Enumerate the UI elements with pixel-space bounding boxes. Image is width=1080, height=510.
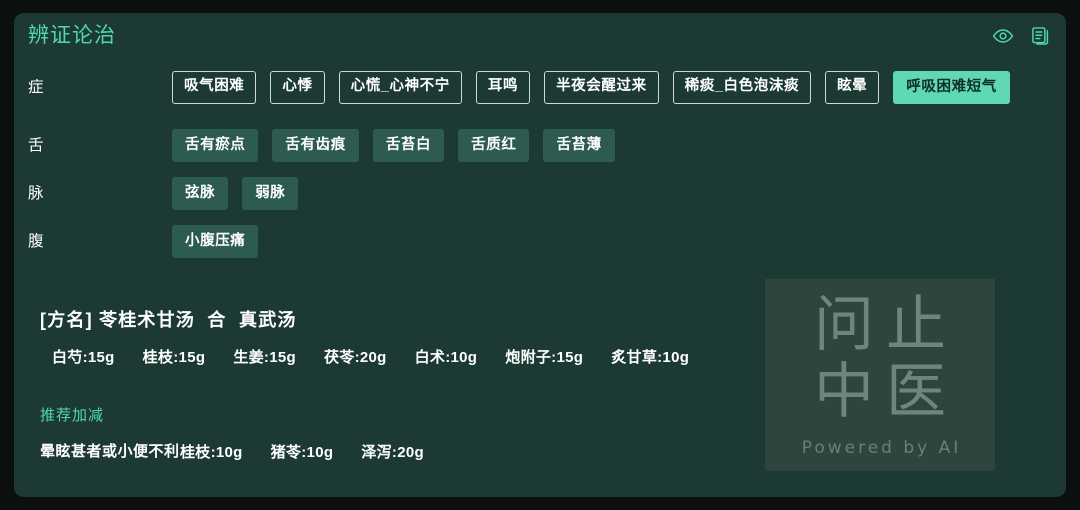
header-actions: [992, 25, 1052, 47]
document-copy-icon[interactable]: [1030, 25, 1052, 47]
row-abdomen: 腹 小腹压痛: [14, 223, 1066, 259]
symptom-tag-selected[interactable]: 呼吸困难短气: [893, 71, 1010, 104]
pulse-tag[interactable]: 弱脉: [242, 177, 299, 210]
tongue-tag[interactable]: 舌苔白: [372, 129, 445, 162]
watermark-subtitle: Powered by AI: [801, 438, 962, 459]
symptom-tag[interactable]: 吸气困难: [172, 71, 257, 104]
tongue-tag[interactable]: 舌有齿痕: [272, 129, 359, 162]
symptom-tag[interactable]: 稀痰_白色泡沫痰: [672, 71, 812, 104]
herb-item: 白术:10g: [414, 348, 478, 366]
herb-item: 白芍:15g: [52, 348, 115, 366]
tag-group-tongue: 舌有瘀点 舌有齿痕 舌苔白 舌质红 舌苔薄: [172, 127, 1066, 162]
eye-icon[interactable]: [992, 25, 1014, 47]
symptom-tag[interactable]: 心慌_心神不宁: [338, 71, 462, 104]
syndrome-differentiation-card: 问止 中医 Powered by AI 辨证论治 症 吸气困难 心悸 心慌_心神…: [14, 13, 1066, 497]
row-label-pulse: 脉: [28, 185, 45, 202]
recommendation-title: 推荐加减: [40, 407, 105, 424]
abdomen-tag[interactable]: 小腹压痛: [172, 225, 259, 258]
symptom-tag[interactable]: 眩晕: [825, 71, 880, 104]
recommendation-herb-item: 泽泻:20g: [361, 444, 424, 461]
herb-item: 桂枝:15g: [142, 348, 206, 366]
screen-root: 问止 中医 Powered by AI 辨证论治 症 吸气困难 心悸 心慌_心神…: [0, 0, 1080, 510]
recommendation-section: 推荐加减 晕眩甚者或小便不利 桂枝:10g 猪苓:10g 泽泻:20g: [40, 408, 740, 463]
recommendation-condition: 晕眩甚者或小便不利: [40, 443, 180, 460]
symptom-tag[interactable]: 半夜会醒过来: [544, 71, 659, 104]
watermark-line-1: 问止: [814, 289, 958, 360]
herb-item: 茯苓:20g: [323, 348, 387, 366]
differentiation-rows: 症 吸气困难 心悸 心慌_心神不宁 耳鸣 半夜会醒过来 稀痰_白色泡沫痰 眩晕 …: [14, 61, 1066, 259]
tongue-tag[interactable]: 舌质红: [458, 129, 530, 162]
row-pulse: 脉 弦脉 弱脉: [14, 175, 1066, 211]
page-title: 辨证论治: [28, 24, 116, 47]
row-symptoms: 症 吸气困难 心悸 心慌_心神不宁 耳鸣 半夜会醒过来 稀痰_白色泡沫痰 眩晕 …: [14, 69, 1066, 105]
row-label-tongue: 舌: [28, 137, 45, 154]
herb-item: 炙甘草:10g: [611, 348, 690, 366]
pulse-tag[interactable]: 弦脉: [172, 177, 229, 210]
herb-item: 生姜:15g: [233, 348, 296, 366]
recommendation-herb-item: 猪苓:10g: [270, 444, 334, 461]
herb-item: 炮附子:15g: [505, 348, 584, 366]
card-header: 辨证论治: [14, 13, 1066, 61]
watermark: 问止 中医 Powered by AI: [765, 279, 995, 471]
tongue-tag[interactable]: 舌有瘀点: [172, 129, 259, 162]
row-tongue: 舌 舌有瘀点 舌有齿痕 舌苔白 舌质红 舌苔薄: [14, 127, 1066, 163]
symptom-tag[interactable]: 心悸: [270, 71, 325, 104]
symptom-tag[interactable]: 耳鸣: [475, 71, 531, 104]
row-label-symptoms: 症: [28, 79, 45, 96]
tongue-tag[interactable]: 舌苔薄: [543, 129, 615, 162]
tag-group-abdomen: 小腹压痛: [172, 223, 1066, 258]
tag-group-pulse: 弦脉 弱脉: [172, 175, 1066, 210]
formula-section: [方名] 苓桂术甘汤 合 真武汤 白芍:15g 桂枝:15g 生姜:15g 茯苓…: [40, 310, 689, 367]
watermark-line-2: 中医: [814, 357, 958, 427]
row-label-abdomen: 腹: [28, 233, 45, 250]
formula-name: [方名] 苓桂术甘汤 合 真武汤: [40, 310, 297, 330]
tag-group-symptoms: 吸气困难 心悸 心慌_心神不宁 耳鸣 半夜会醒过来 稀痰_白色泡沫痰 眩晕 呼吸…: [172, 69, 1066, 104]
recommendation-herb-item: 桂枝:10g: [180, 444, 243, 461]
formula-herb-list: 白芍:15g 桂枝:15g 生姜:15g 茯苓:20g 白术:10g 炮附子:1…: [52, 346, 689, 367]
recommendation-herb-list: 桂枝:10g 猪苓:10g 泽泻:20g: [180, 440, 424, 462]
recommendation-body: 晕眩甚者或小便不利 桂枝:10g 猪苓:10g 泽泻:20g: [40, 440, 740, 463]
